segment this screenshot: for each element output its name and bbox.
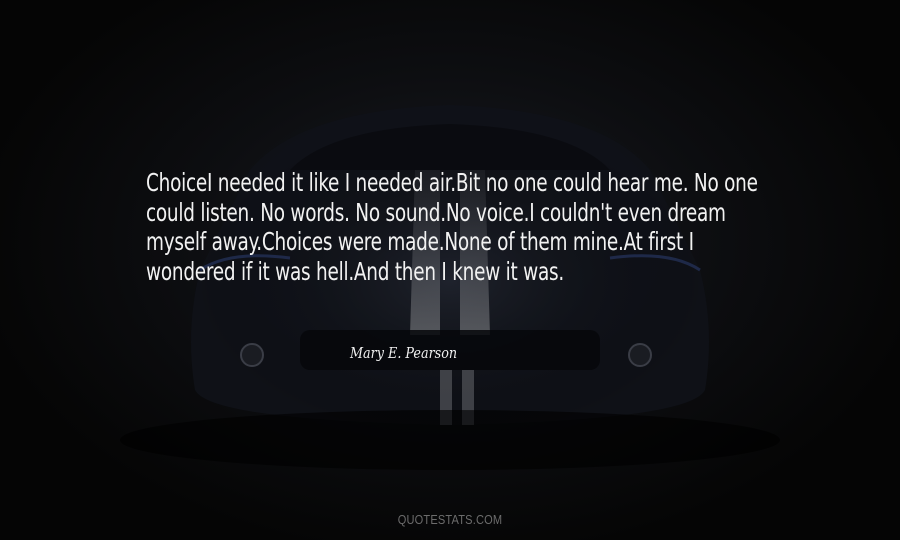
site-watermark[interactable]: QUOTESTATS.COM [68,512,833,527]
quote-card: ChoiceI needed it like I needed air.Bit … [0,0,900,540]
quote-text: ChoiceI needed it like I needed air.Bit … [146,168,758,286]
quote-author: Mary E. Pearson [350,344,458,362]
